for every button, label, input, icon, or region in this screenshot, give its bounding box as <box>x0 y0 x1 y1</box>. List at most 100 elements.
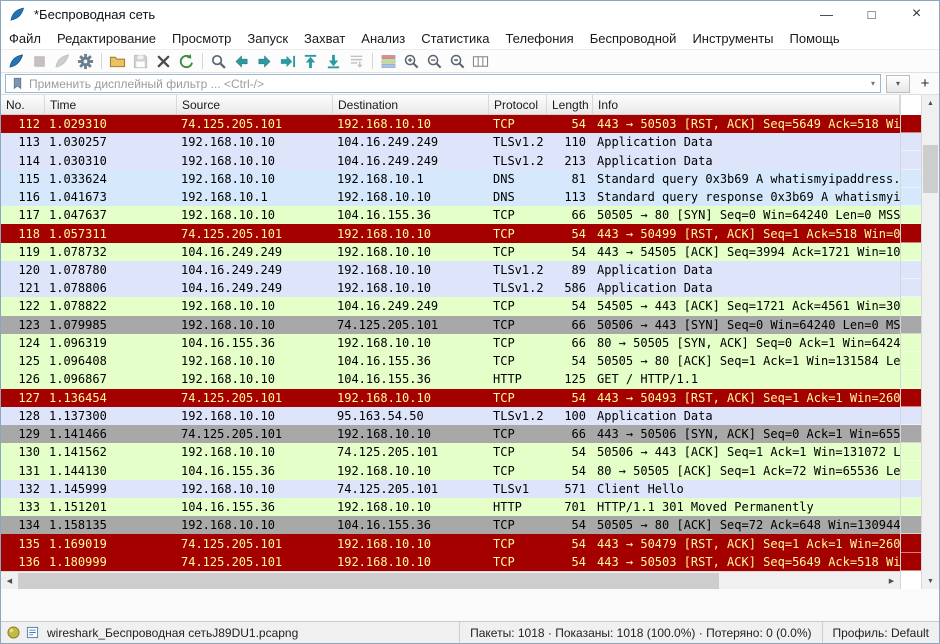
profile-selector[interactable]: Профиль: Default <box>822 622 940 643</box>
column-header-time[interactable]: Time <box>45 95 177 114</box>
vertical-scrollbar[interactable]: ▲ ▼ <box>922 95 939 589</box>
resize-columns-icon[interactable] <box>469 51 492 72</box>
go-last-icon[interactable] <box>322 51 345 72</box>
packet-row[interactable]: 1121.02931074.125.205.101192.168.10.10TC… <box>1 115 900 133</box>
maximize-button[interactable]: □ <box>849 1 894 27</box>
column-header-source[interactable]: Source <box>177 95 333 114</box>
expert-info-icon[interactable] <box>7 626 20 639</box>
filter-add-button[interactable]: + <box>915 75 935 93</box>
menu-item-11[interactable]: Помощь <box>782 31 848 46</box>
packet-row[interactable]: 1141.030310192.168.10.10104.16.249.249TL… <box>1 151 900 169</box>
minimap-stripe <box>901 498 921 516</box>
combo-chevron-icon: ▾ <box>896 79 900 88</box>
packet-row[interactable]: 1161.041673192.168.10.1192.168.10.10DNS1… <box>1 188 900 206</box>
horizontal-scroll-track[interactable] <box>18 572 883 589</box>
cell-info: Application Data <box>593 151 900 169</box>
display-filter-input[interactable] <box>29 77 866 91</box>
cell-destination: 95.163.54.50 <box>333 407 489 425</box>
go-back-icon[interactable] <box>230 51 253 72</box>
packet-row[interactable]: 1341.158135192.168.10.10104.16.155.36TCP… <box>1 516 900 534</box>
zoom-out-icon[interactable] <box>423 51 446 72</box>
packet-row[interactable]: 1191.078732104.16.249.249192.168.10.10TC… <box>1 243 900 261</box>
zoom-reset-icon[interactable] <box>446 51 469 72</box>
menu-item-4[interactable]: Запуск <box>239 31 296 46</box>
column-header-protocol[interactable]: Protocol <box>489 95 547 114</box>
cell-time: 1.057311 <box>45 224 177 242</box>
zoom-in-icon[interactable] <box>400 51 423 72</box>
close-button[interactable]: × <box>894 1 939 27</box>
reload-file-icon[interactable] <box>175 51 198 72</box>
cell-time: 1.096408 <box>45 352 177 370</box>
find-packet-icon[interactable] <box>207 51 230 72</box>
packet-row[interactable]: 1361.18099974.125.205.101192.168.10.10TC… <box>1 553 900 571</box>
packet-row[interactable]: 1251.096408192.168.10.10104.16.155.36TCP… <box>1 352 900 370</box>
packet-row[interactable]: 1221.078822192.168.10.10104.16.249.249TC… <box>1 297 900 315</box>
start-capture-icon[interactable] <box>5 51 28 72</box>
menu-item-7[interactable]: Статистика <box>413 31 497 46</box>
menu-item-3[interactable]: Просмотр <box>164 31 239 46</box>
scroll-right-arrow-icon[interactable]: ▶ <box>883 572 900 589</box>
packet-row[interactable]: 1301.141562192.168.10.1074.125.205.101TC… <box>1 443 900 461</box>
packet-row[interactable]: 1291.14146674.125.205.101192.168.10.10TC… <box>1 425 900 443</box>
horizontal-scrollbar[interactable]: ◀ ▶ <box>1 571 900 589</box>
scroll-left-arrow-icon[interactable]: ◀ <box>1 572 18 589</box>
menu-item-2[interactable]: Редактирование <box>49 31 164 46</box>
toolbar-separator <box>101 53 102 69</box>
packet-list-area: No.TimeSourceDestinationProtocolLengthIn… <box>1 95 939 589</box>
cell-length: 54 <box>547 443 593 461</box>
go-to-packet-icon[interactable] <box>276 51 299 72</box>
minimap-stripe <box>901 480 921 498</box>
close-file-icon[interactable] <box>152 51 175 72</box>
column-header-length[interactable]: Length <box>547 95 593 114</box>
column-header-info[interactable]: Info <box>593 95 900 114</box>
cell-no: 135 <box>1 534 45 552</box>
display-filter-field[interactable]: ▾ <box>5 74 881 93</box>
packet-minimap[interactable] <box>900 95 922 589</box>
packet-row[interactable]: 1331.151201104.16.155.36192.168.10.10HTT… <box>1 498 900 516</box>
menu-bar: ФайлРедактированиеПросмотрЗапускЗахватАн… <box>1 27 939 49</box>
column-header-destination[interactable]: Destination <box>333 95 489 114</box>
cell-time: 1.078806 <box>45 279 177 297</box>
packet-row[interactable]: 1171.047637192.168.10.10104.16.155.36TCP… <box>1 206 900 224</box>
minimap-stripe <box>901 261 921 279</box>
cell-protocol: TLSv1.2 <box>489 279 547 297</box>
packet-row[interactable]: 1351.16901974.125.205.101192.168.10.10TC… <box>1 534 900 552</box>
horizontal-scroll-thumb[interactable] <box>18 573 719 589</box>
minimap-stripe <box>901 224 921 242</box>
minimize-button[interactable]: — <box>804 1 849 27</box>
open-file-icon[interactable] <box>106 51 129 72</box>
go-forward-icon[interactable] <box>253 51 276 72</box>
menu-item-5[interactable]: Захват <box>296 31 353 46</box>
packet-row[interactable]: 1151.033624192.168.10.10192.168.10.1DNS8… <box>1 170 900 188</box>
packet-row[interactable]: 1261.096867192.168.10.10104.16.155.36HTT… <box>1 370 900 388</box>
packet-row[interactable]: 1241.096319104.16.155.36192.168.10.10TCP… <box>1 334 900 352</box>
packet-row[interactable]: 1211.078806104.16.249.249192.168.10.10TL… <box>1 279 900 297</box>
go-first-icon[interactable] <box>299 51 322 72</box>
colorize-icon[interactable] <box>377 51 400 72</box>
vertical-scroll-track[interactable] <box>922 111 939 573</box>
packet-row[interactable]: 1281.137300192.168.10.1095.163.54.50TLSv… <box>1 407 900 425</box>
menu-item-9[interactable]: Беспроводной <box>582 31 685 46</box>
menu-item-1[interactable]: Файл <box>1 31 49 46</box>
scroll-up-arrow-icon[interactable]: ▲ <box>922 95 939 111</box>
capture-comment-icon[interactable] <box>26 626 39 639</box>
menu-item-8[interactable]: Телефония <box>497 31 581 46</box>
packet-row[interactable]: 1131.030257192.168.10.10104.16.249.249TL… <box>1 133 900 151</box>
column-header-no[interactable]: No. <box>1 95 45 114</box>
capture-options-icon[interactable] <box>74 51 97 72</box>
packet-row[interactable]: 1181.05731174.125.205.101192.168.10.10TC… <box>1 224 900 242</box>
packet-row[interactable]: 1201.078780104.16.249.249192.168.10.10TL… <box>1 261 900 279</box>
filter-dropdown-icon[interactable]: ▾ <box>871 79 875 88</box>
packet-row[interactable]: 1231.079985192.168.10.1074.125.205.101TC… <box>1 316 900 334</box>
filter-bookmark-icon[interactable] <box>11 77 24 90</box>
filter-expression-combo[interactable]: ▾ <box>886 75 910 93</box>
menu-item-6[interactable]: Анализ <box>353 31 413 46</box>
cell-destination: 192.168.10.10 <box>333 115 489 133</box>
scroll-down-arrow-icon[interactable]: ▼ <box>922 573 939 589</box>
packet-row[interactable]: 1321.145999192.168.10.1074.125.205.101TL… <box>1 480 900 498</box>
packet-row[interactable]: 1311.144130104.16.155.36192.168.10.10TCP… <box>1 461 900 479</box>
packet-row[interactable]: 1271.13645474.125.205.101192.168.10.10TC… <box>1 389 900 407</box>
menu-item-10[interactable]: Инструменты <box>684 31 781 46</box>
vertical-scroll-thumb[interactable] <box>923 145 938 193</box>
cell-source: 74.125.205.101 <box>177 534 333 552</box>
